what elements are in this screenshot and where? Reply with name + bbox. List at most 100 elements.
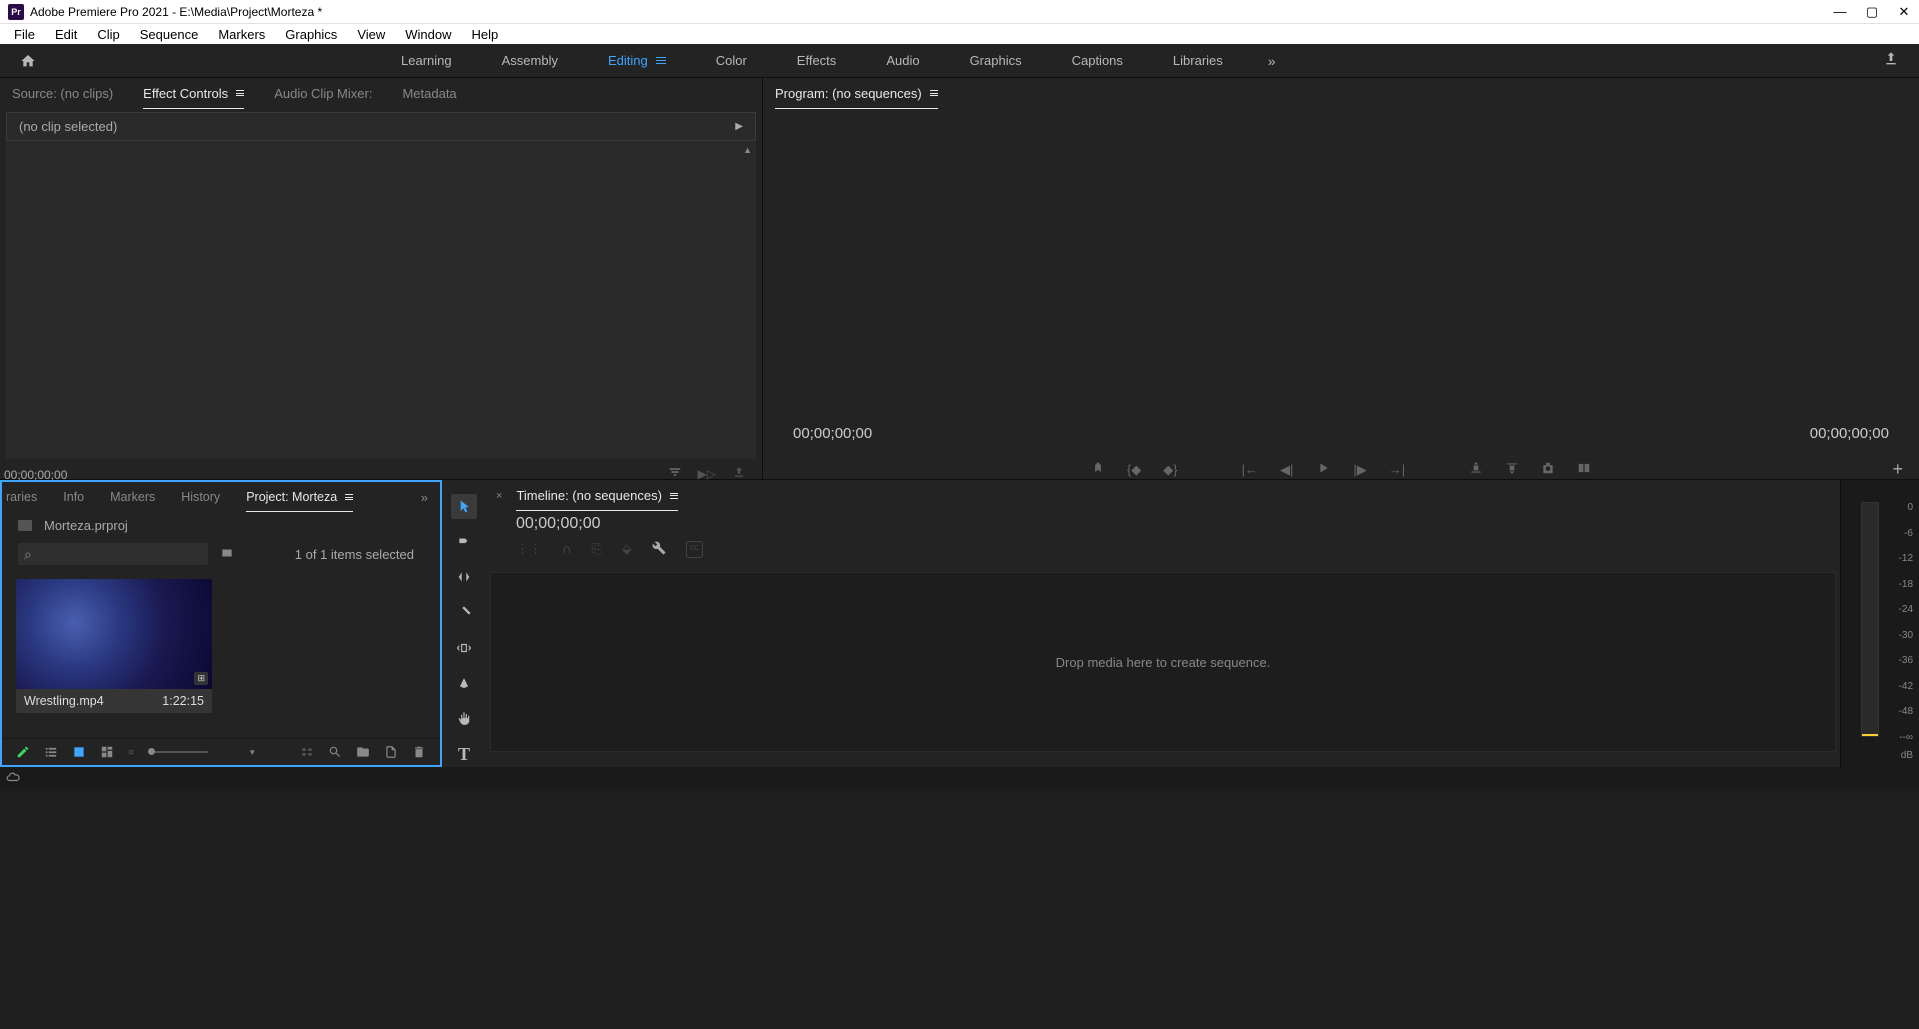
menu-clip[interactable]: Clip [87,25,129,44]
workspace-color[interactable]: Color [691,45,772,76]
workspace-captions[interactable]: Captions [1047,45,1148,76]
list-view-icon[interactable] [44,745,58,759]
share-button[interactable] [1863,51,1919,70]
clips-area[interactable]: ⊞ Wrestling.mp4 1:22:15 [2,569,440,738]
go-to-in-icon[interactable]: |← [1242,462,1258,477]
panel-menu-icon[interactable] [930,90,938,96]
writable-icon[interactable] [16,745,30,759]
lift-icon[interactable] [1469,461,1483,478]
go-to-out-icon[interactable]: →| [1389,462,1405,477]
tab-program[interactable]: Program: (no sequences) [775,82,938,105]
workspace-editing-label: Editing [608,53,648,68]
type-tool[interactable]: T [451,742,477,767]
sort-icon[interactable] [222,745,236,759]
new-item-icon[interactable] [384,745,398,759]
menu-view[interactable]: View [347,25,395,44]
panel-menu-icon[interactable] [670,493,678,499]
maximize-button[interactable]: ▢ [1865,4,1879,20]
panel-menu-icon[interactable] [236,90,244,96]
add-marker-icon[interactable] [1091,461,1105,478]
delete-icon[interactable] [412,745,426,759]
cc-icon[interactable]: cc [686,541,703,558]
selection-tool[interactable] [451,494,477,519]
home-button[interactable] [10,44,46,77]
timeline-drop-zone[interactable]: Drop media here to create sequence. [490,572,1836,752]
menu-help[interactable]: Help [462,25,509,44]
find-icon[interactable] [328,745,342,759]
tab-libraries[interactable]: raries [6,486,37,508]
workspace-graphics[interactable]: Graphics [945,45,1047,76]
status-bar [0,767,1919,789]
workspace-effects[interactable]: Effects [772,45,862,76]
workspace-overflow-button[interactable]: » [1248,53,1296,69]
search-input[interactable] [18,543,208,565]
mark-out-icon[interactable]: ◆} [1163,462,1177,478]
tab-program-label: Program: (no sequences) [775,86,922,101]
hand-tool[interactable] [451,706,477,731]
extract-icon[interactable] [1505,461,1519,478]
audio-meter-unit: dB [1901,750,1913,761]
tab-info[interactable]: Info [63,486,84,508]
workspace-learning[interactable]: Learning [376,45,477,76]
freeform-view-icon[interactable] [100,745,114,759]
button-editor-icon[interactable]: + [1892,459,1903,480]
pen-tool[interactable] [451,671,477,696]
tab-markers[interactable]: Markers [110,486,155,508]
linked-selection-icon[interactable]: ⎘ [591,541,601,558]
find-icon[interactable] [220,546,234,563]
sort-dropdown-icon[interactable]: ▾ [250,747,255,758]
step-forward-icon[interactable]: |▶ [1353,462,1366,478]
effect-controls-body: ▲ [6,141,756,459]
automate-icon[interactable] [300,745,314,759]
close-panel-icon[interactable]: × [496,490,502,502]
collapse-up-icon[interactable]: ▲ [743,145,752,155]
tab-audio-clip-mixer[interactable]: Audio Clip Mixer: [274,82,372,105]
new-bin-icon[interactable] [356,745,370,759]
razor-tool[interactable] [451,600,477,625]
snap-icon[interactable]: ∩ [562,541,571,558]
slip-tool[interactable] [451,636,477,661]
menu-window[interactable]: Window [395,25,461,44]
export-icon [1883,51,1899,67]
track-select-tool[interactable] [451,529,477,554]
tab-project[interactable]: Project: Morteza [246,486,353,508]
tab-history[interactable]: History [181,486,220,508]
step-back-icon[interactable]: ◀| [1280,462,1293,478]
clip-thumbnail: ⊞ [16,579,212,689]
panel-menu-icon[interactable] [345,494,353,500]
menu-sequence[interactable]: Sequence [130,25,209,44]
expand-icon[interactable]: ▶ [735,121,743,132]
icon-view-icon[interactable] [72,745,86,759]
tab-source[interactable]: Source: (no clips) [12,82,113,105]
playhead-icon[interactable]: ▶▷ [698,467,716,481]
settings-icon[interactable] [652,541,666,558]
workspace-libraries[interactable]: Libraries [1148,45,1248,76]
clip-status-text: (no clip selected) [19,119,117,134]
workspace-audio[interactable]: Audio [861,45,944,76]
mark-in-icon[interactable]: {◆ [1127,462,1141,478]
marker-icon[interactable]: ⬙ [622,541,632,558]
play-icon[interactable] [1315,460,1331,479]
menu-graphics[interactable]: Graphics [275,25,347,44]
export-frame-icon[interactable] [1541,461,1555,478]
ripple-edit-tool[interactable] [451,565,477,590]
workspace-menu-icon[interactable] [656,57,666,64]
panel-overflow-icon[interactable]: » [421,490,428,505]
clip-status-header: (no clip selected) ▶ [6,112,756,141]
tab-effect-controls[interactable]: Effect Controls [143,82,244,105]
menu-edit[interactable]: Edit [45,25,87,44]
creative-cloud-icon[interactable] [6,770,20,787]
tab-timeline[interactable]: Timeline: (no sequences) [516,484,677,507]
clip-item[interactable]: ⊞ Wrestling.mp4 1:22:15 [16,579,212,713]
insert-icon[interactable]: ⋮⋮ [516,541,542,558]
close-button[interactable]: ✕ [1897,4,1911,20]
comparison-view-icon[interactable] [1577,461,1591,478]
workspace-assembly[interactable]: Assembly [477,45,583,76]
workspace-editing[interactable]: Editing [583,45,691,76]
minimize-button[interactable]: — [1833,4,1847,20]
menu-markers[interactable]: Markers [208,25,275,44]
project-icon [18,520,32,531]
menu-file[interactable]: File [4,25,45,44]
tab-metadata[interactable]: Metadata [402,82,456,105]
zoom-slider[interactable] [148,751,208,753]
